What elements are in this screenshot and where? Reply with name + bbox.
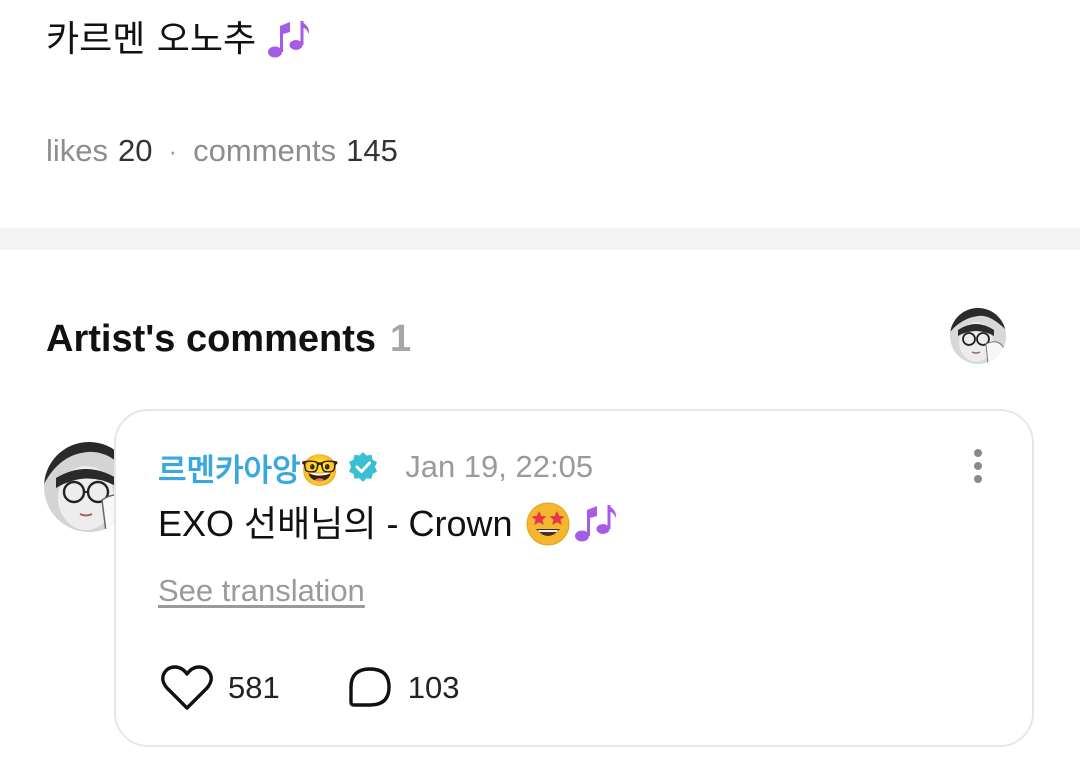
- star-struck-emoji: [525, 501, 571, 547]
- like-button[interactable]: 581: [160, 664, 280, 712]
- music-notes-icon: [266, 18, 314, 62]
- likes-label[interactable]: likes: [46, 132, 108, 170]
- comment-author-name[interactable]: 르멘카아앙🤓: [158, 445, 339, 490]
- artist-comments-label: Artist's comments: [46, 318, 377, 360]
- comment-text: EXO 선배님의 - Crown: [158, 503, 513, 544]
- comments-label[interactable]: comments: [193, 132, 336, 170]
- music-notes-icon: [573, 502, 621, 546]
- artist-comments-count: 1: [390, 318, 412, 360]
- artist-avatar-small[interactable]: [950, 308, 1006, 364]
- post-stats: likes 20 · comments 145: [46, 132, 398, 170]
- post-title: 카르멘 오노추: [46, 18, 314, 62]
- stats-separator: ·: [168, 136, 178, 166]
- comment-body: EXO 선배님의 - Crown: [158, 500, 621, 548]
- comment-date: Jan 19, 22:05: [405, 449, 594, 484]
- comments-count[interactable]: 145: [346, 132, 398, 170]
- comment-bubble-icon: [346, 665, 394, 711]
- more-options-icon[interactable]: [964, 444, 992, 488]
- heart-icon: [160, 664, 214, 712]
- post-title-text: 카르멘 오노추: [46, 19, 257, 60]
- artist-comments-title: Artist's comments 1: [46, 316, 411, 362]
- see-translation-link[interactable]: See translation: [158, 572, 365, 610]
- verified-badge-icon: [347, 451, 379, 483]
- likes-count[interactable]: 20: [118, 132, 152, 170]
- like-count: 581: [228, 670, 280, 705]
- reply-button[interactable]: 103: [346, 665, 460, 711]
- comment-header: 르멘카아앙🤓 Jan 19, 22:05: [158, 445, 594, 490]
- section-divider: [0, 228, 1080, 250]
- reply-count: 103: [407, 670, 460, 705]
- comment-actions: 581 103: [160, 664, 459, 712]
